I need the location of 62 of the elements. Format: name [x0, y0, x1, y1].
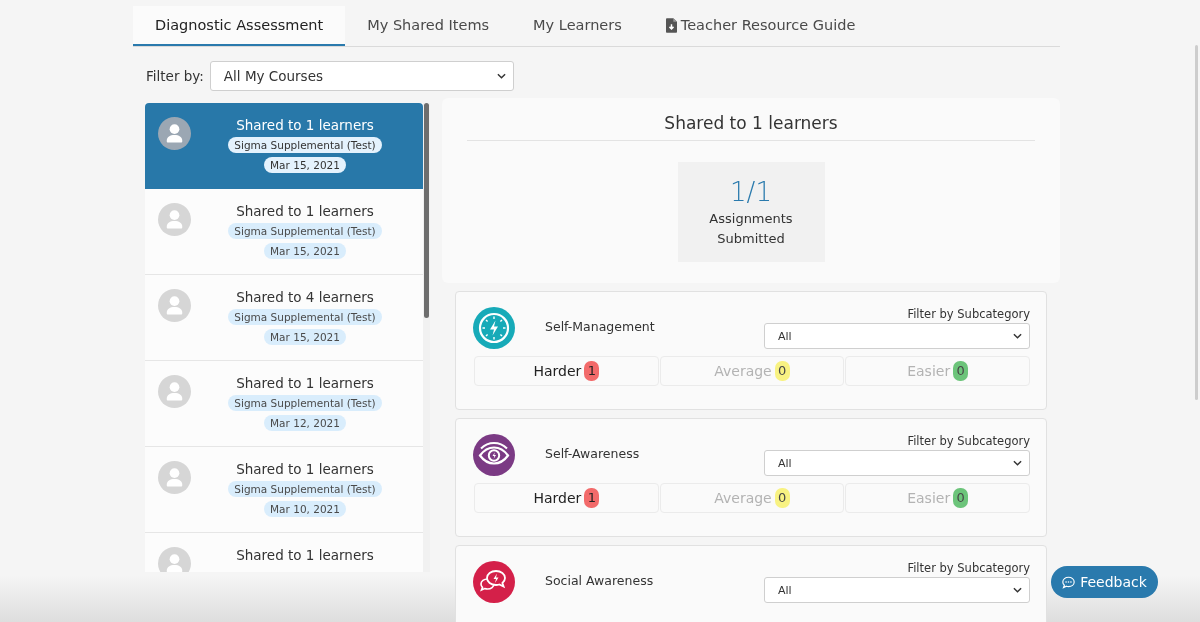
date-tag: Mar 12, 2021: [264, 415, 346, 431]
shared-item[interactable]: Shared to 1 learners Sigma Supplemental (Test) Mar 12, 2021: [145, 361, 423, 447]
subcategory-select[interactable]: All: [764, 323, 1030, 349]
count-badge: 0: [953, 361, 969, 381]
course-tag: Sigma Supplemental (Test): [228, 481, 382, 497]
count-badge: 1: [584, 361, 600, 381]
date-tag: Mar 15, 2021: [264, 329, 346, 345]
category-name: Self-Management: [545, 319, 655, 334]
file-download-icon: [665, 17, 677, 33]
item-title: Shared to 1 learners: [236, 375, 374, 391]
feedback-button[interactable]: Feedback: [1051, 566, 1158, 598]
chevron-down-icon: [496, 73, 506, 79]
shared-item[interactable]: Shared to 1 learners Sigma Supplemental (Test) Mar 15, 2021: [145, 103, 423, 189]
subcategory-filter-label: Filter by Subcategory: [907, 561, 1030, 576]
course-filter-select[interactable]: All My Courses: [209, 61, 514, 91]
count-badge: 0: [774, 361, 790, 381]
count-badge: 0: [953, 488, 969, 508]
chevron-down-icon: [1013, 460, 1022, 466]
category-name: Self-Awareness: [545, 446, 640, 461]
stat-label: Assignments Submitted: [708, 210, 794, 248]
tab[interactable]: Teacher Resource Guide: [643, 6, 878, 46]
shared-item[interactable]: Shared to 1 learners Sigma Supplemental (Test) Mar 15, 2021: [145, 189, 423, 275]
user-avatar-icon: [158, 203, 191, 236]
shared-item[interactable]: Shared to 4 learners Sigma Supplemental (Test) Mar 15, 2021: [145, 275, 423, 361]
shared-item[interactable]: Shared to 1 learners: [145, 533, 423, 572]
course-tag: Sigma Supplemental (Test): [228, 137, 382, 153]
user-avatar-icon: [158, 117, 191, 150]
item-title: Shared to 1 learners: [236, 117, 374, 133]
scrollbar-thumb[interactable]: [424, 103, 429, 318]
page-scrollbar-thumb[interactable]: [1195, 45, 1198, 400]
course-tag: Sigma Supplemental (Test): [228, 223, 382, 239]
item-title: Shared to 1 learners: [236, 461, 374, 477]
date-tag: Mar 10, 2021: [264, 501, 346, 517]
item-title: Shared to 4 learners: [236, 289, 374, 305]
course-tag: Sigma Supplemental (Test): [228, 395, 382, 411]
count-badge: 0: [774, 488, 790, 508]
tab[interactable]: My Shared Items: [345, 6, 512, 46]
user-avatar-icon: [158, 375, 191, 408]
summary-title: Shared to 1 learners: [467, 112, 1035, 141]
subcategory-filter-label: Filter by Subcategory: [907, 307, 1030, 322]
count-badge: 1: [584, 488, 600, 508]
difficulty-filter-button[interactable]: Harder 1: [474, 483, 659, 513]
category-name: Social Awareness: [545, 573, 654, 588]
user-avatar-icon: [158, 461, 191, 494]
course-tag: Sigma Supplemental (Test): [228, 309, 382, 325]
date-tag: Mar 15, 2021: [264, 243, 346, 259]
item-title: Shared to 1 learners: [236, 547, 374, 563]
subcategory-select[interactable]: All: [764, 577, 1030, 603]
shared-item[interactable]: Shared to 1 learners Sigma Supplemental (Test) Mar 10, 2021: [145, 447, 423, 533]
filter-label: Filter by:: [146, 68, 204, 84]
tab[interactable]: Diagnostic Assessment: [133, 6, 346, 46]
subcategory-filter-label: Filter by Subcategory: [907, 434, 1030, 449]
difficulty-filter-button[interactable]: Harder 1: [474, 356, 659, 386]
stat-value: 1/1: [730, 176, 772, 209]
chevron-down-icon: [1013, 333, 1022, 339]
item-title: Shared to 1 learners: [236, 203, 374, 219]
chevron-down-icon: [1013, 587, 1022, 593]
chat-bubble-icon: [1062, 575, 1076, 589]
tab[interactable]: My Learners: [511, 6, 644, 46]
date-tag: Mar 15, 2021: [264, 157, 346, 173]
subcategory-select[interactable]: All: [764, 450, 1030, 476]
user-avatar-icon: [158, 289, 191, 322]
